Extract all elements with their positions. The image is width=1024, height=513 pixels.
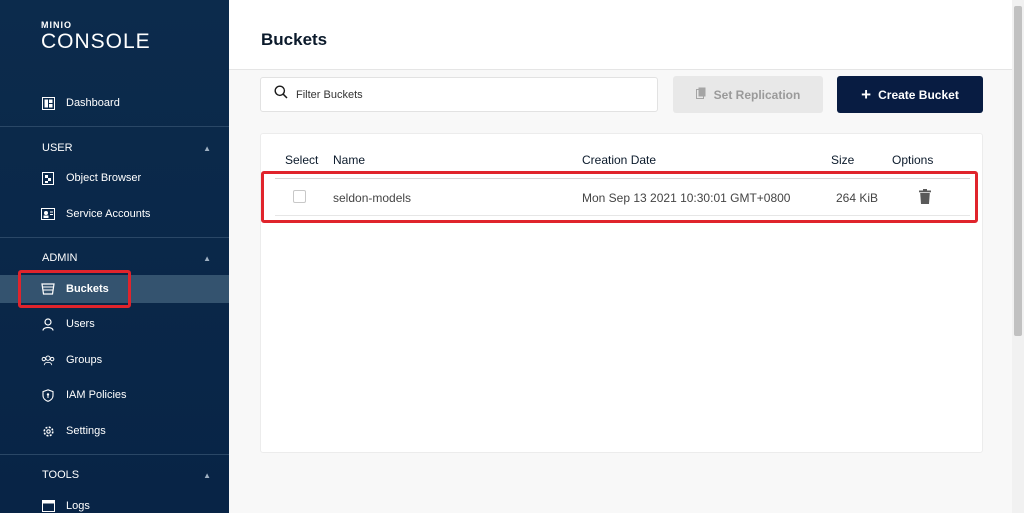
sidebar-section-tools[interactable]: TOOLS ▲: [0, 464, 229, 486]
sidebar-item-label: Logs: [66, 500, 90, 512]
sidebar-item-object-browser[interactable]: Object Browser: [0, 164, 229, 192]
section-label: TOOLS: [42, 469, 80, 481]
sidebar-item-label: Service Accounts: [66, 208, 151, 220]
column-header-select: Select: [285, 153, 319, 167]
chevron-up-icon: ▲: [203, 253, 211, 263]
sidebar-item-iam-policies[interactable]: IAM Policies: [0, 381, 229, 409]
header-bar: Buckets: [229, 0, 1012, 70]
column-header-name[interactable]: Name: [333, 153, 365, 167]
copy-icon: [695, 87, 706, 102]
user-icon: [41, 317, 55, 331]
sidebar-item-users[interactable]: Users: [0, 310, 229, 338]
sidebar-divider: [0, 126, 229, 127]
sidebar-item-label: Object Browser: [66, 172, 142, 184]
sidebar-item-logs[interactable]: Logs: [0, 492, 229, 513]
service-accounts-icon: [41, 207, 55, 221]
groups-icon: [41, 353, 55, 367]
sidebar-item-dashboard[interactable]: Dashboard: [0, 89, 229, 117]
buckets-highlight-box: [18, 270, 131, 308]
chevron-up-icon: ▲: [203, 470, 211, 480]
sidebar-item-label: IAM Policies: [66, 389, 127, 401]
sidebar-item-label: Users: [66, 318, 95, 330]
sidebar-section-admin[interactable]: ADMIN ▲: [0, 247, 229, 269]
section-label: USER: [42, 142, 73, 154]
filter-buckets-input[interactable]: Filter Buckets: [260, 77, 658, 112]
dashboard-icon: [41, 96, 55, 110]
set-replication-label: Set Replication: [713, 87, 801, 102]
chevron-up-icon: ▲: [203, 143, 211, 153]
logs-icon: [41, 499, 55, 513]
section-label: ADMIN: [42, 252, 78, 264]
create-bucket-label: Create Bucket: [878, 87, 959, 102]
sidebar-item-settings[interactable]: Settings: [0, 417, 229, 445]
column-header-size[interactable]: Size: [831, 153, 854, 167]
sidebar: MINIO CONSOLE Dashboard USER ▲ Object Br…: [0, 0, 229, 513]
plus-icon: +: [861, 85, 872, 104]
sidebar-section-user[interactable]: USER ▲: [0, 137, 229, 159]
page-title: Buckets: [261, 30, 328, 49]
sidebar-item-label: Settings: [66, 425, 106, 437]
search-icon: [274, 85, 288, 104]
gear-icon: [41, 424, 55, 438]
logo-big-text: CONSOLE: [41, 30, 151, 53]
object-browser-icon: [41, 171, 55, 185]
search-placeholder: Filter Buckets: [296, 88, 363, 101]
scrollbar-thumb[interactable]: [1014, 6, 1022, 336]
sidebar-divider: [0, 237, 229, 238]
sidebar-item-label: Dashboard: [66, 97, 120, 109]
logo-small-text: MINIO: [41, 20, 72, 30]
set-replication-button[interactable]: Set Replication: [673, 76, 823, 113]
shield-icon: [41, 388, 55, 402]
sidebar-item-service-accounts[interactable]: Service Accounts: [0, 200, 229, 228]
page-scrollbar[interactable]: [1012, 0, 1024, 513]
main-content: Buckets Filter Buckets Set Replication +…: [229, 0, 1012, 513]
sidebar-item-label: Groups: [66, 354, 103, 366]
minio-console-logo[interactable]: MINIO CONSOLE: [41, 20, 151, 54]
sidebar-divider: [0, 454, 229, 455]
column-header-creation-date[interactable]: Creation Date: [582, 153, 656, 167]
sidebar-item-groups[interactable]: Groups: [0, 346, 229, 374]
row-highlight-box: [261, 171, 978, 223]
create-bucket-button[interactable]: + Create Bucket: [837, 76, 983, 113]
column-header-options: Options: [892, 153, 934, 167]
